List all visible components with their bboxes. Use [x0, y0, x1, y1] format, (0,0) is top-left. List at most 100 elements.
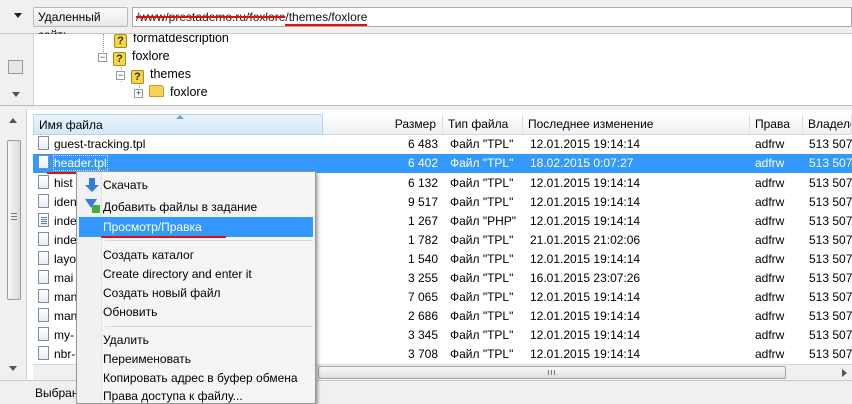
file-size-cell: 7 065: [407, 290, 438, 304]
scroll-down-icon[interactable]: [12, 92, 20, 97]
remote-site-bar: Удаленный сайт: /www/prestademo.ru/foxlo…: [0, 0, 852, 42]
menu-item-label: Создать каталог: [103, 248, 195, 262]
file-name-cell: guest-tracking.tpl: [38, 135, 308, 154]
file-owner-cell: 513 507: [809, 271, 852, 285]
menu-item-permissions[interactable]: Права доступа к файлу...: [79, 386, 313, 404]
menu-item-label: Скачать: [103, 178, 148, 192]
file-owner-cell: 513 507: [809, 252, 852, 266]
file-owner-cell: 513 507: [809, 214, 852, 228]
file-size-cell: 1 782: [407, 233, 438, 247]
file-perms-cell: adfrw: [755, 309, 785, 323]
file-name: inde: [54, 233, 77, 247]
file-type-cell: Файл "TPL": [450, 137, 514, 151]
file-modified-cell: 12.01.2015 19:14:14: [530, 309, 641, 323]
scroll-up-icon[interactable]: [9, 118, 17, 123]
file-owner-cell: 513 507: [809, 137, 852, 151]
menu-item-label: Создать новый файл: [103, 286, 221, 300]
menu-item-delete[interactable]: Удалить: [79, 330, 313, 350]
menu-item-download[interactable]: Скачать: [79, 175, 313, 195]
file-size-cell: 3 345: [407, 328, 438, 342]
menu-item-label: Удалить: [103, 333, 149, 347]
column-header-owner[interactable]: Владелец: [803, 114, 852, 135]
scroll-down-icon[interactable]: [9, 366, 17, 371]
file-perms-cell: adfrw: [755, 214, 785, 228]
tree-item-themes[interactable]: −? themes: [116, 65, 191, 84]
file-type-cell: Файл "TPL": [450, 328, 514, 342]
menu-item-label: Права доступа к файлу...: [103, 389, 243, 403]
tree-item-formatdescription[interactable]: ? formatdescription: [114, 34, 229, 48]
menu-item-rename[interactable]: Переименовать: [79, 349, 313, 369]
collapse-icon[interactable]: −: [116, 71, 125, 80]
file-type-cell: Файл "TPL": [450, 252, 514, 266]
column-header-type[interactable]: Тип файла: [443, 114, 523, 135]
menu-separator: [105, 240, 313, 241]
file-type-cell: Файл "TPL": [450, 309, 514, 323]
file-modified-cell: 12.01.2015 19:14:14: [530, 347, 641, 361]
menu-item-add-to-queue[interactable]: Добавить файлы в задание: [79, 197, 313, 217]
hscroll-thumb[interactable]: [318, 366, 786, 379]
file-row[interactable]: guest-tracking.tpl 6 483 Файл "TPL" 12.01.2…: [33, 135, 852, 154]
file-name: guest-tracking.tpl: [54, 137, 146, 151]
file-icon: [38, 289, 49, 303]
chevron-down-icon[interactable]: [10, 7, 26, 23]
file-size-cell: 3 255: [407, 271, 438, 285]
grip-line: [551, 370, 552, 375]
tree-scroll-thumb[interactable]: [8, 60, 23, 74]
menu-item-refresh[interactable]: Обновить: [79, 302, 313, 322]
menu-item-create-dir[interactable]: Создать каталог: [79, 245, 313, 265]
list-scroll-thumb[interactable]: [7, 140, 21, 300]
file-size-cell: 9 517: [407, 195, 438, 209]
download-arrow-icon: [84, 177, 100, 193]
scroll-right-icon[interactable]: [842, 369, 847, 377]
expand-icon[interactable]: +: [134, 89, 143, 98]
file-size-cell: 2 686: [407, 309, 438, 323]
file-modified-cell: 12.01.2015 19:14:14: [530, 290, 641, 304]
list-vertical-scrollbar[interactable]: [0, 110, 27, 380]
file-perms-cell: adfrw: [755, 347, 785, 361]
grip-line: [11, 219, 17, 220]
file-icon: [38, 136, 49, 150]
file-modified-cell: 12.01.2015 19:14:14: [530, 176, 641, 190]
file-size-cell: 6 402: [407, 156, 438, 170]
file-modified-cell: 12.01.2015 19:14:14: [530, 252, 641, 266]
column-header: Имя файла Размер Тип файла Последнее изм…: [33, 114, 852, 135]
file-type-cell: Файл "TPL": [450, 233, 514, 247]
add-to-queue-icon: [84, 199, 100, 215]
file-perms-cell: adfrw: [755, 271, 785, 285]
file-modified-cell: 12.01.2015 19:14:14: [530, 214, 641, 228]
column-header-size[interactable]: Размер: [323, 114, 443, 135]
file-name: man: [54, 290, 78, 304]
question-folder-icon: ?: [114, 34, 127, 48]
file-owner-cell: 513 507: [809, 233, 852, 247]
grip-line: [548, 370, 549, 375]
menu-item-create-dir-enter[interactable]: Create directory and enter it: [79, 264, 313, 284]
file-type-cell: Файл "PHP": [450, 214, 517, 228]
collapse-icon[interactable]: −: [98, 53, 107, 62]
remote-site-label: Удаленный сайт:: [33, 7, 128, 42]
menu-item-create-file[interactable]: Создать новый файл: [79, 283, 313, 303]
file-icon: [38, 155, 49, 169]
file-type-cell: Файл "TPL": [450, 271, 514, 285]
tree-scrollbar[interactable]: [0, 34, 34, 105]
tree-item-label: foxlore: [132, 49, 170, 63]
question-folder-icon: ?: [131, 70, 144, 84]
file-modified-cell: 12.01.2015 19:14:14: [530, 328, 641, 342]
file-modified-cell: 12.01.2015 19:14:14: [530, 195, 641, 209]
menu-item-copy-url[interactable]: Копировать адрес в буфер обмена: [79, 368, 313, 388]
column-header-name[interactable]: Имя файла: [33, 114, 323, 135]
menu-item-view-edit[interactable]: Просмотр/Правка: [79, 217, 313, 237]
column-header-perms[interactable]: Права: [750, 114, 803, 135]
php-file-icon: [38, 213, 49, 227]
annotation-underline: [101, 236, 226, 238]
file-name: header.tpl: [53, 155, 108, 171]
file-modified-cell: 12.01.2015 19:14:14: [530, 137, 641, 151]
tree-item-foxlore-sub[interactable]: + foxlore: [134, 83, 208, 101]
tree-item-foxlore[interactable]: −? foxlore: [98, 47, 170, 66]
tree-item-label: foxlore: [170, 85, 208, 99]
column-header-modified[interactable]: Последнее изменение: [523, 114, 750, 135]
question-folder-icon: ?: [113, 52, 126, 66]
file-perms-cell: adfrw: [755, 156, 785, 170]
file-name: mai: [54, 271, 74, 285]
file-size-cell: 1 540: [407, 252, 438, 266]
remote-path-input[interactable]: /www/prestademo.ru/foxlore/themes/foxlor…: [132, 7, 852, 27]
